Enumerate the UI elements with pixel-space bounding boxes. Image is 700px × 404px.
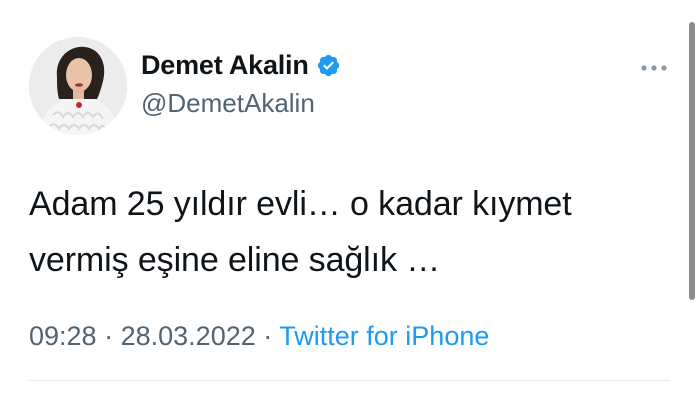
- meta-separator: ·: [104, 321, 114, 351]
- tweet-time[interactable]: 09:28: [29, 321, 97, 351]
- tweet-meta: 09:28 · 28.03.2022 · Twitter for iPhone: [29, 321, 489, 352]
- tweet-source-link[interactable]: Twitter for iPhone: [279, 321, 489, 351]
- more-options-icon: [641, 65, 667, 71]
- tweet-text-line: Adam 25 yıldır evli… o kadar kıymet: [29, 185, 572, 223]
- tweet-date[interactable]: 28.03.2022: [121, 321, 256, 351]
- scrollbar[interactable]: [689, 22, 695, 300]
- divider: [29, 380, 670, 381]
- avatar-photo: [29, 37, 127, 135]
- more-options-button[interactable]: [639, 58, 669, 78]
- verified-badge-icon: [317, 54, 339, 77]
- tweet-text-line: vermiş eşine eline sağlık …: [29, 241, 441, 279]
- author-name-row: Demet Akalin: [141, 50, 341, 81]
- author-display-name[interactable]: Demet Akalin: [141, 50, 309, 81]
- author-handle[interactable]: @DemetAkalin: [141, 88, 315, 119]
- avatar[interactable]: [29, 37, 127, 135]
- tweet-card: Demet Akalin @DemetAkalin Adam 25 yıldır…: [0, 0, 700, 404]
- meta-separator: ·: [263, 321, 273, 351]
- tweet-text: Adam 25 yıldır evli… o kadar kıymet verm…: [29, 176, 669, 288]
